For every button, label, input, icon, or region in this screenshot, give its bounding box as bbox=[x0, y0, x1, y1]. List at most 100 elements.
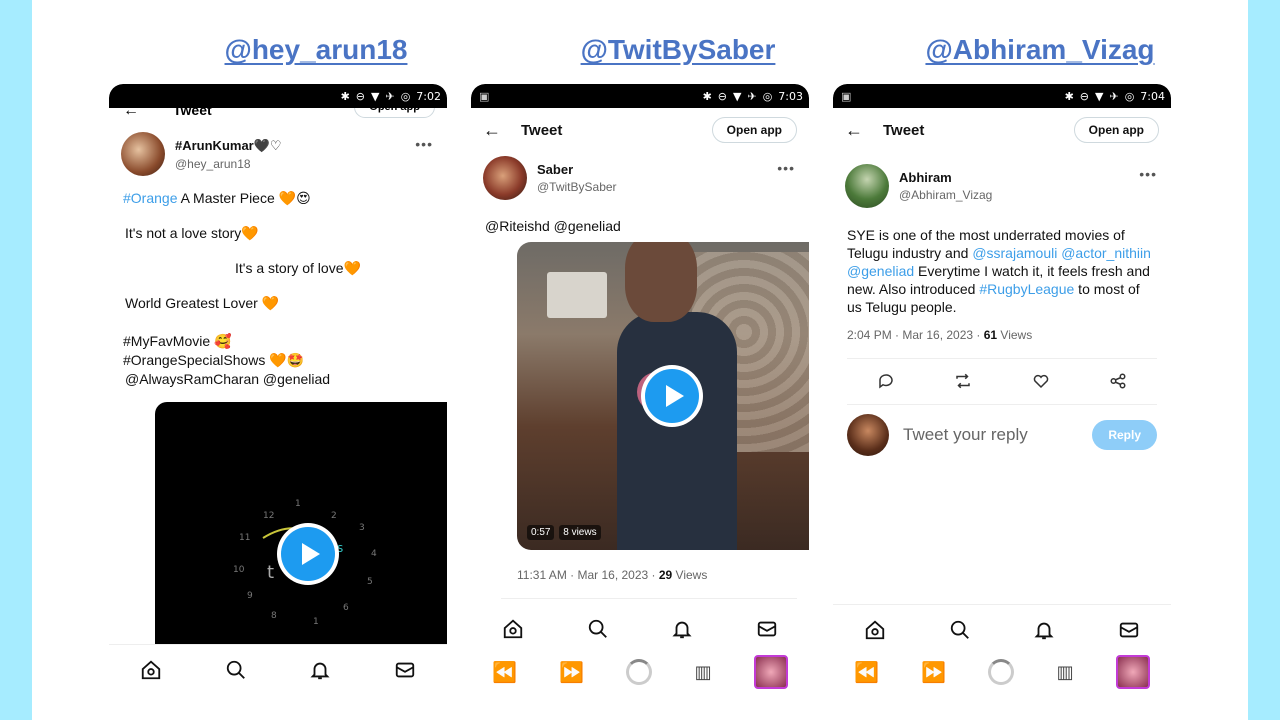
loading-spinner-icon bbox=[988, 659, 1015, 685]
bottom-nav bbox=[833, 604, 1171, 654]
avatar[interactable] bbox=[483, 156, 527, 200]
hashtag-link[interactable]: #MyFavMovie 🥰 bbox=[123, 332, 433, 351]
bluetooth-icon: ✱ bbox=[702, 89, 712, 103]
svg-text:1: 1 bbox=[295, 499, 301, 509]
hashtag-link[interactable]: #OrangeSpecialShows 🧡🤩 bbox=[123, 351, 433, 370]
media-controls: ⏪ ⏩ ▥ bbox=[833, 650, 1171, 694]
tweet-text: It's a story of love🧡 bbox=[235, 260, 361, 276]
book-icon[interactable]: ▥ bbox=[695, 662, 712, 683]
user-avatar-thumb[interactable] bbox=[1115, 655, 1150, 689]
tweet-title: Tweet bbox=[173, 108, 212, 118]
tweet-author[interactable]: Abhiram @Abhiram_Vizag ••• bbox=[833, 152, 1171, 212]
home-icon[interactable] bbox=[499, 615, 527, 643]
svg-text:4: 4 bbox=[371, 549, 377, 559]
handle-heading-3[interactable]: @Abhiram_Vizag bbox=[870, 34, 1210, 66]
dnd-icon: ⊖ bbox=[717, 89, 727, 103]
play-button[interactable] bbox=[641, 365, 703, 427]
fast-forward-icon[interactable]: ⏩ bbox=[559, 660, 584, 685]
svg-text:9: 9 bbox=[247, 591, 253, 601]
mention-links[interactable]: @AlwaysRamCharan @geneliad bbox=[125, 370, 433, 389]
video-player[interactable]: 123 456 189 10 11 12 t s bbox=[155, 402, 447, 652]
play-button[interactable] bbox=[277, 523, 339, 585]
search-icon[interactable] bbox=[946, 616, 974, 644]
video-player[interactable]: 0:57 8 views bbox=[517, 242, 809, 550]
back-arrow-icon[interactable]: ← bbox=[483, 120, 513, 141]
open-app-button[interactable]: Open app bbox=[354, 108, 435, 118]
mail-icon[interactable] bbox=[753, 615, 781, 643]
book-icon[interactable]: ▥ bbox=[1057, 662, 1074, 683]
video-views: 8 views bbox=[559, 525, 601, 540]
home-icon[interactable] bbox=[137, 656, 165, 684]
handle-heading-1[interactable]: @hey_arun18 bbox=[146, 34, 486, 66]
user-avatar-thumb[interactable] bbox=[753, 655, 788, 689]
phone-screenshot-1: ✱ ⊖ ▼ ✈ ◎ 7:02 ← Tweet Open app #ArunKum… bbox=[109, 84, 447, 704]
svg-text:5: 5 bbox=[367, 577, 373, 587]
back-arrow-icon[interactable]: ← bbox=[845, 120, 875, 141]
bell-icon[interactable] bbox=[668, 615, 696, 643]
rewind-icon[interactable]: ⏪ bbox=[492, 660, 517, 685]
play-icon bbox=[665, 385, 684, 407]
hashtag-link[interactable]: #Orange bbox=[123, 190, 177, 206]
home-icon[interactable] bbox=[861, 616, 889, 644]
status-time: 7:03 bbox=[778, 89, 803, 103]
tweet-author[interactable]: #ArunKumar🖤♡ @hey_arun18 ••• bbox=[109, 122, 447, 180]
more-options-icon[interactable]: ••• bbox=[415, 136, 433, 152]
gallery-icon: ▣ bbox=[479, 89, 490, 103]
retweet-icon[interactable] bbox=[954, 372, 972, 395]
open-app-button[interactable]: Open app bbox=[711, 117, 797, 143]
tweet-timestamp: 11:31 AM · Mar 16, 2023 · bbox=[517, 568, 659, 582]
bluetooth-icon: ✱ bbox=[1064, 89, 1074, 103]
reply-icon[interactable] bbox=[877, 372, 895, 395]
video-stats: 0:57 8 views bbox=[527, 525, 601, 540]
airplane-icon: ✈ bbox=[385, 89, 395, 103]
tweet-text: World Greatest Lover 🧡 bbox=[125, 295, 280, 311]
bell-icon[interactable] bbox=[306, 656, 334, 684]
handle-heading-2[interactable]: @TwitBySaber bbox=[508, 34, 848, 66]
mail-icon[interactable] bbox=[1115, 616, 1143, 644]
status-time: 7:02 bbox=[416, 89, 441, 103]
avatar bbox=[847, 414, 889, 456]
more-options-icon[interactable]: ••• bbox=[1139, 166, 1157, 182]
mention-link[interactable]: @actor_nithiin bbox=[1061, 245, 1151, 261]
search-icon[interactable] bbox=[584, 615, 612, 643]
top-bar: ← Tweet Open app bbox=[833, 108, 1171, 152]
tweet-meta: 11:31 AM · Mar 16, 2023 · 29 Views bbox=[517, 568, 707, 582]
avatar[interactable] bbox=[121, 132, 165, 176]
reply-input[interactable]: Tweet your reply bbox=[903, 425, 1092, 445]
tweet-text: It's not a love story🧡 bbox=[125, 225, 259, 241]
mail-icon[interactable] bbox=[391, 656, 419, 684]
status-bar: ✱ ⊖ ▼ ✈ ◎ 7:02 bbox=[109, 84, 447, 108]
fast-forward-icon[interactable]: ⏩ bbox=[921, 660, 946, 685]
mention-link[interactable]: @geneliad bbox=[847, 263, 914, 279]
tweet-author[interactable]: Saber @TwitBySaber ••• bbox=[471, 152, 809, 204]
svg-text:6: 6 bbox=[343, 603, 349, 613]
share-icon[interactable] bbox=[1109, 372, 1127, 395]
like-icon[interactable] bbox=[1032, 372, 1050, 395]
rewind-icon[interactable]: ⏪ bbox=[854, 660, 879, 685]
topbar-partial: ← Tweet Open app bbox=[109, 108, 447, 122]
mention-links[interactable]: @Riteishd @geneliad bbox=[471, 204, 809, 234]
tweet-body: #Orange A Master Piece 🧡😍 It's not a lov… bbox=[109, 180, 447, 389]
reply-button[interactable]: Reply bbox=[1092, 420, 1157, 450]
dnd-icon: ⊖ bbox=[355, 89, 365, 103]
back-arrow-icon[interactable]: ← bbox=[123, 108, 139, 120]
open-app-button[interactable]: Open app bbox=[1073, 117, 1159, 143]
airplane-icon: ✈ bbox=[1109, 89, 1119, 103]
media-controls: ⏪ ⏩ ▥ bbox=[471, 650, 809, 694]
wall-switchboard bbox=[547, 272, 607, 318]
gallery-icon: ▣ bbox=[841, 89, 852, 103]
tweet-actions bbox=[847, 368, 1157, 398]
hashtag-link[interactable]: #RugbyLeague bbox=[979, 281, 1074, 297]
bell-icon[interactable] bbox=[1030, 616, 1058, 644]
video-duration: 0:57 bbox=[527, 525, 555, 540]
mention-link[interactable]: @ssrajamouli bbox=[972, 245, 1057, 261]
child-shirt bbox=[617, 312, 737, 550]
view-count: 61 bbox=[983, 328, 998, 342]
author-handle: @Abhiram_Vizag bbox=[899, 188, 993, 202]
search-icon[interactable] bbox=[222, 656, 250, 684]
author-handle: @hey_arun18 bbox=[175, 156, 251, 171]
tweet-timestamp: 2:04 PM · Mar 16, 2023 · bbox=[847, 328, 984, 342]
svg-text:12: 12 bbox=[263, 511, 274, 521]
more-options-icon[interactable]: ••• bbox=[777, 160, 795, 176]
avatar[interactable] bbox=[845, 164, 889, 208]
